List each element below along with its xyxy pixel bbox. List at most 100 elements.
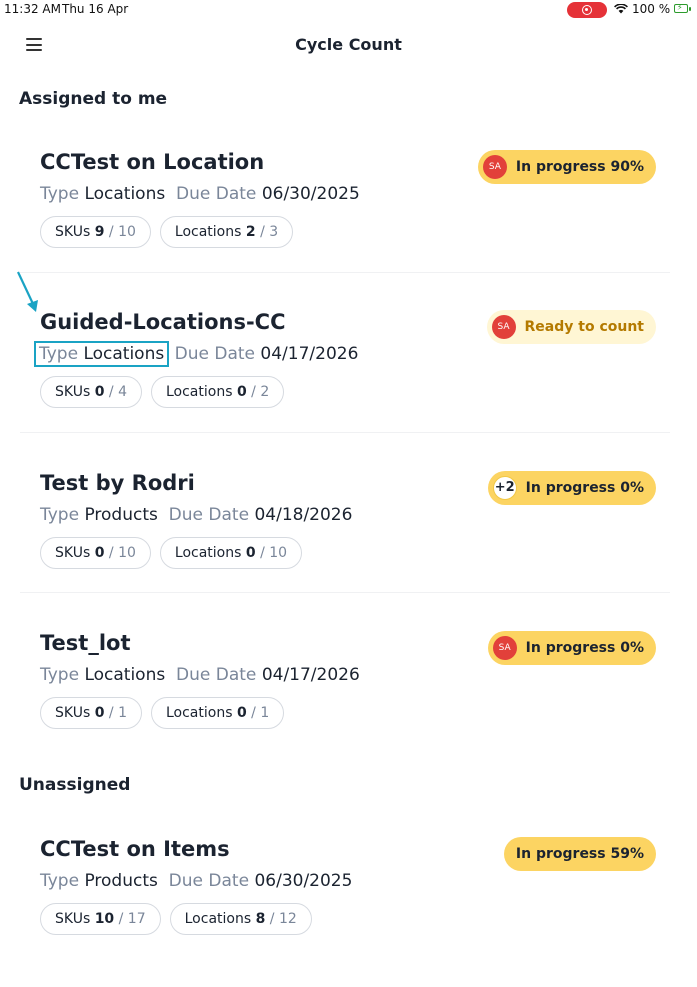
status-badge: SA Ready to count <box>486 310 656 344</box>
chip-separator: / <box>269 911 275 927</box>
skus-done: 0 <box>94 705 105 721</box>
chip-label: Locations <box>174 545 242 561</box>
skus-chip: SKUs 0 / 4 <box>40 376 142 408</box>
section-title-unassigned: Unassigned <box>19 775 131 795</box>
chip-separator: / <box>108 545 114 561</box>
card-type: Type Products <box>40 871 158 891</box>
due-date-value: 04/18/2026 <box>254 505 353 525</box>
card-chips: SKUs 10 / 17 Locations 8 / 12 <box>40 903 312 935</box>
status-date: Thu 16 Apr <box>62 2 129 16</box>
due-date-value: 04/17/2026 <box>260 344 359 364</box>
skus-chip: SKUs 10 / 17 <box>40 903 161 935</box>
page-title: Cycle Count <box>295 35 402 54</box>
locations-chip: Locations 8 / 12 <box>169 903 312 935</box>
battery-icon: ⚡ <box>674 3 691 13</box>
due-date-label: Due Date <box>168 871 250 891</box>
chip-label: Locations <box>184 911 252 927</box>
header: Cycle Count <box>0 28 697 64</box>
status-badge: SA In progress 0% <box>487 631 656 665</box>
chip-separator: / <box>251 705 256 721</box>
type-value: Locations <box>84 665 166 685</box>
locations-chip: Locations 0 / 2 <box>150 376 285 408</box>
badge-text: In progress 0% <box>525 640 644 656</box>
screen-recording-icon <box>567 2 607 18</box>
wifi-icon <box>614 4 628 14</box>
chip-separator: / <box>118 911 124 927</box>
chip-label: SKUs <box>55 224 91 240</box>
status-badge: +2 In progress 0% <box>487 471 656 505</box>
cycle-count-card[interactable]: Test by Rodri Type Products Due Date 04/… <box>20 471 670 621</box>
skus-chip: SKUs 9 / 10 <box>40 216 151 248</box>
avatar: SA <box>482 155 507 179</box>
chip-label: SKUs <box>55 705 91 721</box>
due-date-label: Due Date <box>176 665 257 685</box>
card-chips: SKUs 0 / 4 Locations 0 / 2 <box>40 376 285 408</box>
card-title: Test_lot <box>40 631 131 655</box>
card-meta: Type Locations Due Date 04/17/2026 <box>34 341 359 367</box>
card-meta: Type Locations Due Date 06/30/2025 <box>40 184 360 204</box>
locations-total: 3 <box>269 224 279 240</box>
annotation-arrow-icon <box>17 271 38 312</box>
cycle-count-card[interactable]: CCTest on Items Type Products Due Date 0… <box>20 837 670 987</box>
chip-label: SKUs <box>55 911 91 927</box>
skus-total: 1 <box>118 705 127 721</box>
status-time: 11:32 AM <box>4 2 61 16</box>
skus-done: 9 <box>94 224 105 240</box>
skus-total: 17 <box>127 911 146 927</box>
status-badge: SA In progress 90% <box>477 150 656 184</box>
skus-chip: SKUs 0 / 10 <box>40 537 151 569</box>
skus-total: 4 <box>118 384 127 400</box>
card-chips: SKUs 0 / 1 Locations 0 / 1 <box>40 697 285 729</box>
type-label: Type <box>40 871 80 891</box>
type-label: Type <box>40 665 80 685</box>
chip-separator: / <box>251 384 256 400</box>
card-meta: Type Locations Due Date 04/17/2026 <box>40 665 360 685</box>
chip-label: SKUs <box>55 545 91 561</box>
locations-total: 2 <box>260 384 270 400</box>
chip-separator: / <box>260 545 265 561</box>
avatar: SA <box>492 636 517 660</box>
locations-chip: Locations 0 / 1 <box>150 697 285 729</box>
due-date-label: Due Date <box>176 184 257 204</box>
card-type-highlighted: Type Locations <box>34 341 170 367</box>
type-value: Products <box>84 871 158 891</box>
avatar: SA <box>491 315 516 339</box>
chip-separator: / <box>260 224 265 240</box>
locations-chip: Locations 0 / 10 <box>159 537 303 569</box>
card-divider <box>20 432 670 433</box>
card-title: Guided-Locations-CC <box>40 310 286 334</box>
due-date-value: 06/30/2025 <box>261 184 360 204</box>
skus-chip: SKUs 0 / 1 <box>40 697 142 729</box>
battery-percentage: 100 % <box>632 2 671 16</box>
type-label: Type <box>40 505 80 525</box>
locations-done: 0 <box>245 545 256 561</box>
chip-label: Locations <box>165 384 233 400</box>
badge-text: In progress 90% <box>515 159 644 175</box>
card-meta: Type Products Due Date 06/30/2025 <box>40 871 352 891</box>
locations-done: 0 <box>236 705 247 721</box>
due-date-value: 04/17/2026 <box>261 665 360 685</box>
cycle-count-card[interactable]: CCTest on Location Type Locations Due Da… <box>20 150 670 300</box>
card-type: Type Locations <box>40 665 165 685</box>
locations-total: 1 <box>260 705 270 721</box>
type-value: Products <box>84 505 158 525</box>
status-badge: In progress 59% <box>503 837 656 871</box>
card-title: CCTest on Location <box>40 150 265 174</box>
locations-done: 2 <box>245 224 256 240</box>
status-bar: 11:32 AM Thu 16 Apr 100 % ⚡ <box>0 0 697 20</box>
cycle-count-card[interactable]: Guided-Locations-CC Type Locations Due D… <box>20 310 670 460</box>
chip-label: SKUs <box>55 384 91 400</box>
type-label: Type <box>40 184 80 204</box>
skus-done: 10 <box>94 911 115 927</box>
avatar-overflow-count: +2 <box>492 476 517 500</box>
due-date-value: 06/30/2025 <box>254 871 353 891</box>
card-title: CCTest on Items <box>40 837 230 861</box>
card-divider <box>20 592 670 593</box>
skus-done: 0 <box>94 545 105 561</box>
badge-text: Ready to count <box>524 319 644 335</box>
chip-separator: / <box>108 705 114 721</box>
locations-chip: Locations 2 / 3 <box>159 216 294 248</box>
cycle-count-card[interactable]: Test_lot Type Locations Due Date 04/17/2… <box>20 631 670 781</box>
card-chips: SKUs 9 / 10 Locations 2 / 3 <box>40 216 294 248</box>
locations-done: 0 <box>236 384 247 400</box>
